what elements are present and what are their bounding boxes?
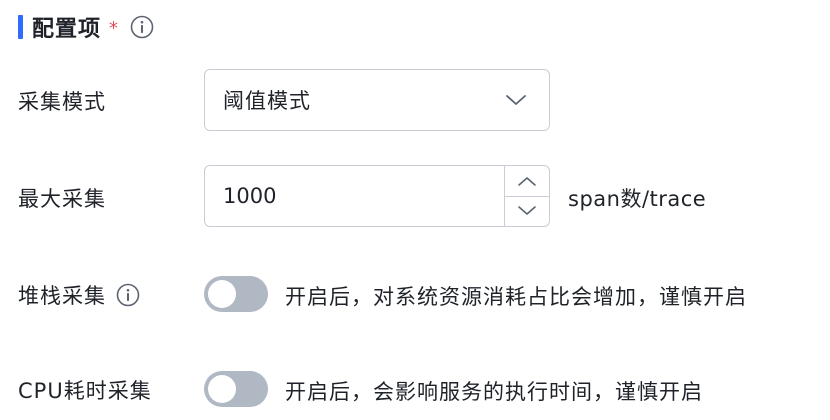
stack-collect-row: 堆栈采集 xyxy=(18,280,140,310)
section-accent-bar xyxy=(18,15,23,39)
max-collect-input[interactable]: 1000 xyxy=(204,165,550,227)
stack-collect-toggle[interactable] xyxy=(204,276,268,312)
chevron-down-icon xyxy=(506,95,526,105)
stack-collect-label: 堆栈采集 xyxy=(18,284,106,308)
cpu-time-collect-hint: 开启后，会影响服务的执行时间，谨慎开启 xyxy=(285,380,703,404)
collect-mode-row: 采集模式 xyxy=(18,86,106,116)
cpu-time-collect-label: CPU耗时采集 xyxy=(18,379,152,403)
chevron-up-icon xyxy=(518,176,536,186)
max-collect-stepper xyxy=(504,166,549,226)
stack-collect-hint: 开启后，对系统资源消耗占比会增加，谨慎开启 xyxy=(285,285,747,309)
toggle-knob xyxy=(208,280,236,308)
max-collect-label: 最大采集 xyxy=(18,187,106,211)
info-icon[interactable] xyxy=(130,15,154,39)
max-collect-unit: span数/trace xyxy=(568,187,707,211)
section-title: 配置项 xyxy=(32,17,102,42)
cpu-time-collect-row: CPU耗时采集 xyxy=(18,375,152,405)
max-collect-row: 最大采集 xyxy=(18,183,106,213)
cpu-time-collect-toggle[interactable] xyxy=(204,371,268,407)
max-collect-value[interactable]: 1000 xyxy=(205,166,504,226)
chevron-down-icon xyxy=(518,206,536,216)
toggle-knob xyxy=(208,375,236,403)
decrement-button[interactable] xyxy=(505,197,549,227)
collect-mode-label: 采集模式 xyxy=(18,90,106,114)
collect-mode-selected-value: 阈值模式 xyxy=(223,89,311,113)
section-header: 配置项 * xyxy=(18,12,154,42)
required-mark: * xyxy=(109,17,119,39)
collect-mode-select[interactable]: 阈值模式 xyxy=(204,69,550,131)
info-icon[interactable] xyxy=(116,283,140,307)
increment-button[interactable] xyxy=(505,166,549,197)
